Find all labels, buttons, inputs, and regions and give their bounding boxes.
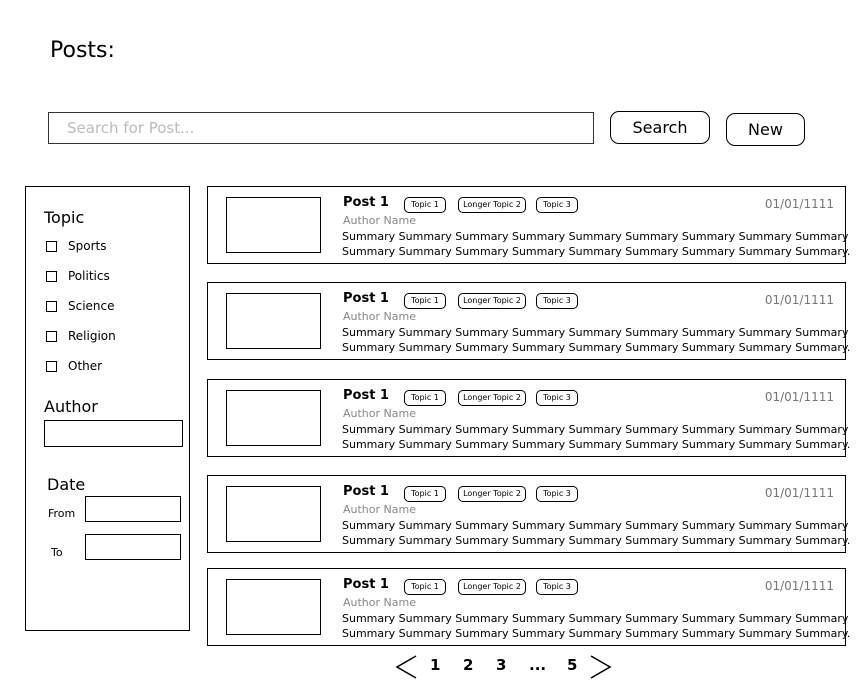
date-from-field[interactable] — [85, 496, 184, 523]
topic-tag[interactable]: Topic 1 — [404, 579, 446, 595]
topic-heading: Topic — [44, 208, 85, 227]
topic-tag[interactable]: Topic 3 — [536, 197, 578, 213]
summary-line: Summary Summary Summary Summary Summary … — [342, 230, 849, 243]
post-author[interactable]: Author Name — [343, 503, 416, 516]
post-date: 01/01/1111 — [764, 390, 834, 404]
topic-checkbox-politics[interactable] — [46, 271, 57, 282]
topic-checkbox-sports[interactable] — [46, 241, 57, 252]
topic-tag[interactable]: Topic 3 — [536, 390, 578, 406]
topic-tag[interactable]: Topic 1 — [404, 390, 446, 406]
page-link-1[interactable]: 1 — [430, 656, 440, 674]
post-summary: Summary Summary Summary Summary Summary … — [342, 518, 851, 548]
date-to-label: To — [51, 546, 63, 559]
date-to-field[interactable] — [85, 534, 184, 561]
topic-checkbox-other[interactable] — [46, 361, 57, 372]
chevron-right-icon[interactable] — [589, 654, 613, 680]
search-button[interactable]: Search — [610, 111, 710, 144]
post-date: 01/01/1111 — [764, 486, 834, 500]
search-box[interactable] — [48, 112, 594, 144]
post-title[interactable]: Post 1 — [343, 577, 389, 592]
post-thumbnail — [226, 486, 321, 542]
post-card[interactable]: Post 1 Topic 1 Longer Topic 2 Topic 3 01… — [207, 568, 851, 646]
chevron-left-icon[interactable] — [394, 654, 418, 680]
date-heading: Date — [47, 475, 86, 494]
topic-tag[interactable]: Longer Topic 2 — [458, 486, 526, 502]
post-author[interactable]: Author Name — [343, 214, 416, 227]
summary-line: Summary Summary Summary Summary Summary … — [342, 326, 849, 339]
post-thumbnail — [226, 579, 321, 635]
summary-line: Summary Summary Summary Summary Summary … — [342, 423, 849, 436]
post-date: 01/01/1111 — [764, 197, 834, 211]
author-input[interactable] — [45, 421, 186, 448]
topic-tag[interactable]: Topic 3 — [536, 486, 578, 502]
date-from-label: From — [48, 507, 76, 520]
topic-tag[interactable]: Longer Topic 2 — [458, 390, 526, 406]
topic-label-other: Other — [68, 359, 103, 373]
topic-tag[interactable]: Topic 1 — [404, 197, 446, 213]
post-summary: Summary Summary Summary Summary Summary … — [342, 325, 851, 355]
post-card[interactable]: Post 1 Topic 1 Longer Topic 2 Topic 3 01… — [207, 475, 851, 553]
topic-tag[interactable]: Topic 3 — [536, 579, 578, 595]
topic-label-science: Science — [68, 299, 115, 313]
summary-line: Summary Summary Summary Summary Summary … — [342, 341, 851, 354]
author-heading: Author — [44, 397, 98, 416]
summary-line: Summary Summary Summary Summary Summary … — [342, 534, 851, 547]
topic-checkbox-science[interactable] — [46, 301, 57, 312]
new-post-button[interactable]: New — [726, 113, 805, 146]
page-ellipsis: ... — [529, 656, 547, 674]
search-input[interactable] — [49, 113, 593, 143]
summary-line: Summary Summary Summary Summary Summary … — [342, 612, 849, 625]
post-card[interactable]: Post 1 Topic 1 Longer Topic 2 Topic 3 01… — [207, 282, 851, 360]
page-link-3[interactable]: 3 — [496, 656, 506, 674]
post-card[interactable]: Post 1 Topic 1 Longer Topic 2 Topic 3 01… — [207, 186, 851, 264]
topic-label-politics: Politics — [68, 269, 110, 283]
post-summary: Summary Summary Summary Summary Summary … — [342, 611, 851, 641]
summary-line: Summary Summary Summary Summary Summary … — [342, 438, 851, 451]
post-card[interactable]: Post 1 Topic 1 Longer Topic 2 Topic 3 01… — [207, 379, 851, 457]
topic-tag[interactable]: Longer Topic 2 — [458, 579, 526, 595]
summary-line: Summary Summary Summary Summary Summary … — [342, 627, 851, 640]
topic-tag[interactable]: Longer Topic 2 — [458, 293, 526, 309]
topic-tag[interactable]: Topic 3 — [536, 293, 578, 309]
post-thumbnail — [226, 293, 321, 349]
post-title[interactable]: Post 1 — [343, 484, 389, 499]
post-title[interactable]: Post 1 — [343, 291, 389, 306]
post-thumbnail — [226, 197, 321, 253]
summary-line: Summary Summary Summary Summary Summary … — [342, 245, 851, 258]
date-from-input[interactable] — [86, 497, 184, 523]
post-author[interactable]: Author Name — [343, 310, 416, 323]
post-author[interactable]: Author Name — [343, 596, 416, 609]
page-link-5[interactable]: 5 — [567, 656, 577, 674]
page-title: Posts: — [50, 38, 115, 63]
topic-tag[interactable]: Longer Topic 2 — [458, 197, 526, 213]
post-date: 01/01/1111 — [764, 293, 834, 307]
topic-label-religion: Religion — [68, 329, 116, 343]
post-date: 01/01/1111 — [764, 579, 834, 593]
page-link-2[interactable]: 2 — [463, 656, 473, 674]
topic-tag[interactable]: Topic 1 — [404, 293, 446, 309]
post-summary: Summary Summary Summary Summary Summary … — [342, 422, 851, 452]
summary-line: Summary Summary Summary Summary Summary … — [342, 519, 849, 532]
post-title[interactable]: Post 1 — [343, 388, 389, 403]
topic-checkbox-religion[interactable] — [46, 331, 57, 342]
topic-label-sports: Sports — [68, 239, 107, 253]
topic-tag[interactable]: Topic 1 — [404, 486, 446, 502]
post-thumbnail — [226, 390, 321, 446]
date-to-input[interactable] — [86, 535, 184, 561]
post-author[interactable]: Author Name — [343, 407, 416, 420]
author-field[interactable] — [44, 420, 186, 448]
post-title[interactable]: Post 1 — [343, 195, 389, 210]
post-summary: Summary Summary Summary Summary Summary … — [342, 229, 851, 259]
filter-sidebar: Topic Sports Politics Science Religion O… — [25, 186, 190, 631]
